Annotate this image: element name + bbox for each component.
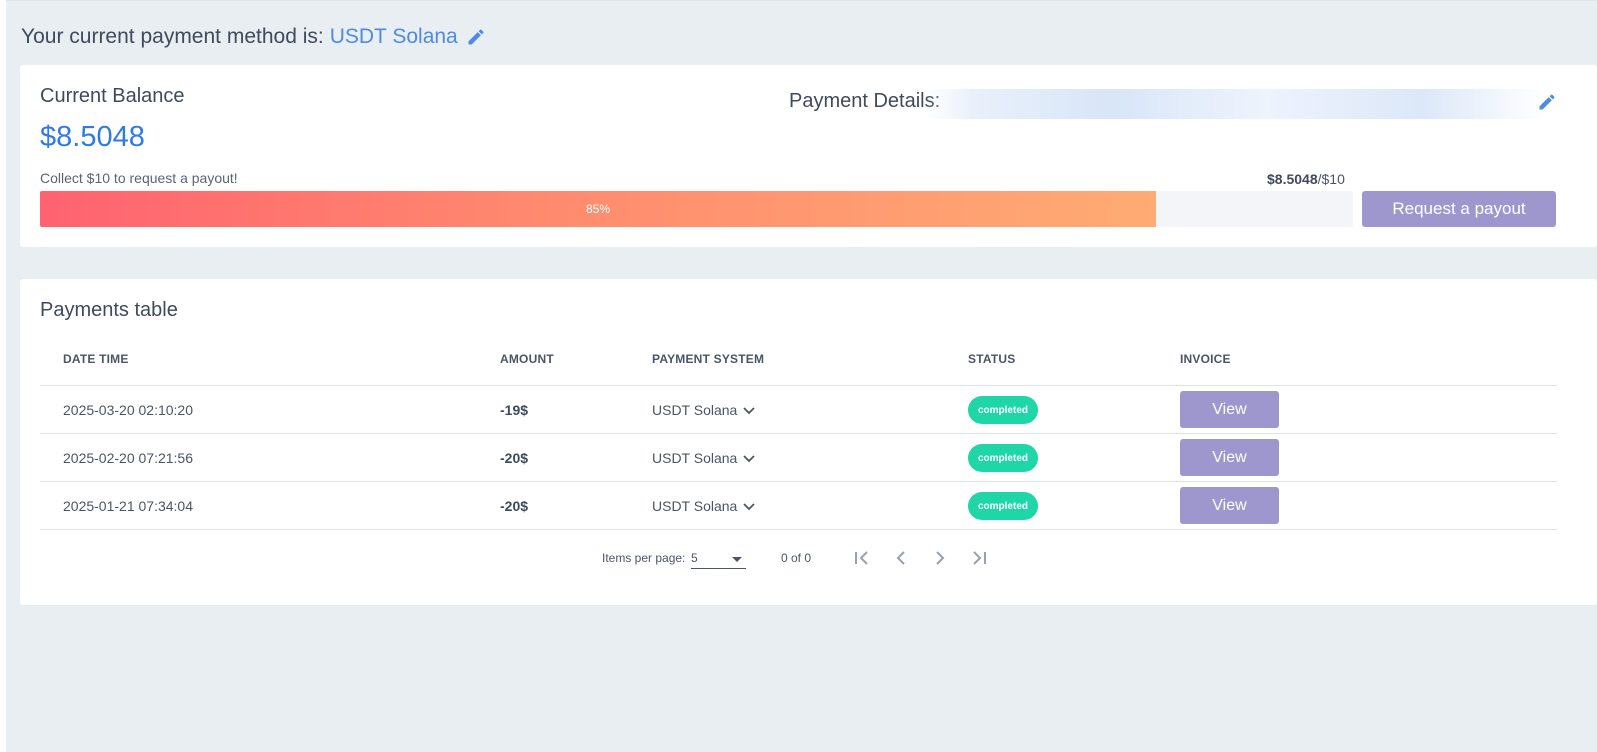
method-prefix: Your current payment method is: <box>21 25 324 48</box>
items-per-page-value: 5 <box>691 551 698 565</box>
balance-title: Current Balance <box>40 85 185 107</box>
row-system: USDT Solana <box>652 498 738 514</box>
balance-goal: $8.5048/$10 <box>1267 171 1345 187</box>
last-page-icon[interactable] <box>967 546 991 570</box>
view-invoice-button[interactable]: View <box>1180 391 1279 428</box>
payment-details-label: Payment Details: <box>789 90 941 112</box>
column-header-status[interactable]: STATUS <box>968 352 1015 366</box>
table-row: 2025-02-20 07:21:56 -20$ USDT Solana com… <box>40 434 1557 482</box>
payout-hint: Collect $10 to request a payout! <box>40 170 238 186</box>
column-header-invoice[interactable]: INVOICE <box>1180 352 1231 366</box>
row-amount: -19$ <box>500 402 529 418</box>
items-per-page-select[interactable]: 5 <box>691 547 746 569</box>
payments-table: DATE TIME AMOUNT PAYMENT SYSTEM STATUS I… <box>40 339 1557 530</box>
row-system: USDT Solana <box>652 450 738 466</box>
payment-system-dropdown[interactable]: USDT Solana <box>652 498 755 514</box>
table-header: DATE TIME AMOUNT PAYMENT SYSTEM STATUS I… <box>40 339 1557 386</box>
payments-page: Your current payment method is: USDT Sol… <box>6 0 1597 752</box>
method-value[interactable]: USDT Solana <box>330 25 458 49</box>
column-header-system[interactable]: PAYMENT SYSTEM <box>652 352 764 366</box>
pencil-icon[interactable] <box>1537 92 1557 117</box>
caret-down-icon <box>732 557 742 562</box>
current-payment-method: Your current payment method is: USDT Sol… <box>21 25 486 49</box>
view-invoice-button[interactable]: View <box>1180 487 1279 524</box>
column-header-amount[interactable]: AMOUNT <box>500 352 554 366</box>
row-system: USDT Solana <box>652 402 738 418</box>
progress-fill: 85% <box>40 191 1157 227</box>
payout-progress-bar: 85% <box>40 191 1353 227</box>
payment-system-dropdown[interactable]: USDT Solana <box>652 450 755 466</box>
view-invoice-button[interactable]: View <box>1180 439 1279 476</box>
row-amount: -20$ <box>500 450 529 466</box>
column-header-date[interactable]: DATE TIME <box>63 352 129 366</box>
row-amount: -20$ <box>500 498 529 514</box>
goal-current: $8.5048 <box>1267 171 1318 187</box>
payment-system-dropdown[interactable]: USDT Solana <box>652 402 755 418</box>
payment-details-redacted <box>925 89 1545 119</box>
row-date: 2025-03-20 02:10:20 <box>63 402 193 418</box>
payments-card: Payments table DATE TIME AMOUNT PAYMENT … <box>20 279 1597 605</box>
status-badge: completed <box>968 444 1038 472</box>
chevron-down-icon <box>743 455 755 463</box>
request-payout-button[interactable]: Request a payout <box>1362 191 1556 227</box>
status-badge: completed <box>968 396 1038 424</box>
chevron-down-icon <box>743 503 755 511</box>
chevron-down-icon <box>743 407 755 415</box>
pencil-icon[interactable] <box>466 27 486 47</box>
paginator: Items per page: 5 0 of 0 <box>40 541 1557 575</box>
status-badge: completed <box>968 492 1038 520</box>
next-page-icon[interactable] <box>928 546 952 570</box>
first-page-icon[interactable] <box>850 546 874 570</box>
goal-target: /$10 <box>1317 171 1345 187</box>
payments-table-title: Payments table <box>40 299 178 321</box>
balance-amount: $8.5048 <box>40 121 145 153</box>
balance-card: Current Balance $8.5048 Collect $10 to r… <box>20 65 1597 247</box>
table-row: 2025-01-21 07:34:04 -20$ USDT Solana com… <box>40 482 1557 530</box>
table-row: 2025-03-20 02:10:20 -19$ USDT Solana com… <box>40 386 1557 434</box>
previous-page-icon[interactable] <box>889 546 913 570</box>
items-per-page-label: Items per page: <box>602 551 686 565</box>
page-range: 0 of 0 <box>781 551 812 565</box>
progress-label: 85% <box>586 202 611 216</box>
row-date: 2025-02-20 07:21:56 <box>63 450 193 466</box>
row-date: 2025-01-21 07:34:04 <box>63 498 193 514</box>
